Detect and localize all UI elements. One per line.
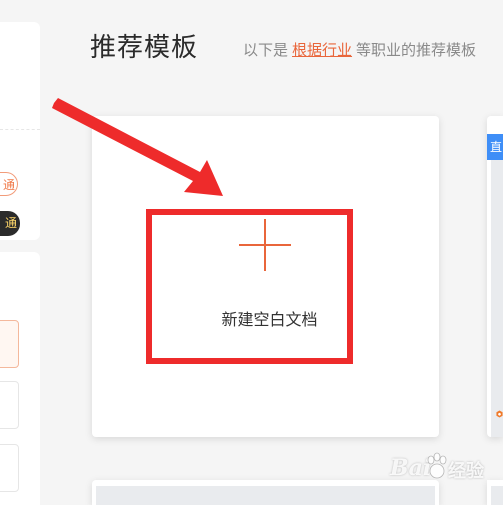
template-thumbnail [96,486,435,505]
hexagon-icon [496,410,503,418]
template-badge: 直 [487,134,503,160]
category-item[interactable] [0,381,19,429]
section-description: 以下是 根据行业 等职业的推荐模板 [243,38,476,62]
template-card[interactable]: 直 [487,116,503,437]
category-item-active[interactable] [0,320,19,368]
section-title: 推荐模板 [90,33,199,63]
left-info-panel: 通 通 [0,22,40,240]
template-thumbnail [491,486,503,505]
paw-icon [427,452,447,479]
panel-divider [0,129,40,130]
desc-prefix: 以下是 [243,41,289,59]
new-blank-document-card[interactable]: 新建空白文档 [92,116,439,437]
new-blank-document-label: 新建空白文档 [221,310,318,329]
watermark-text: 经验 [448,461,484,482]
plus-icon [239,219,291,271]
membership-button-outline[interactable]: 通 [0,172,18,196]
category-item[interactable] [0,444,19,492]
watermark-text: Bai [390,455,432,481]
left-category-panel [0,252,40,505]
industry-link[interactable]: 根据行业 [292,41,352,59]
desc-suffix: 等职业的推荐模板 [356,41,477,59]
template-thumbnail [491,134,503,437]
membership-button-dark[interactable]: 通 [0,211,20,236]
template-card[interactable] [92,480,439,505]
template-card[interactable] [487,480,503,505]
